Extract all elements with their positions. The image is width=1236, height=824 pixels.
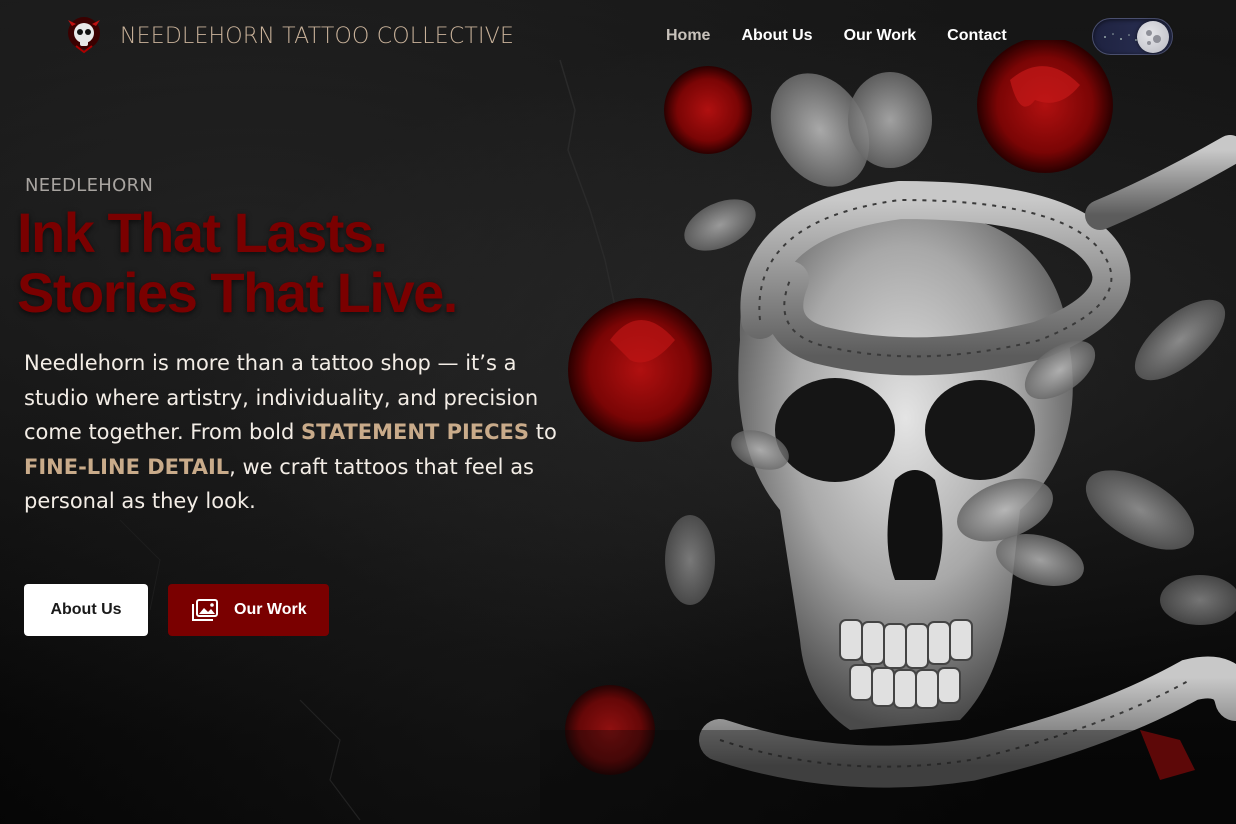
brand-name[interactable]: NEEDLEHORN TATTOO COLLECTIVE <box>120 24 514 49</box>
highlight-statement-pieces: STATEMENT PIECES <box>301 420 530 444</box>
our-work-button[interactable]: Our Work <box>168 584 329 636</box>
skull-logo-icon[interactable] <box>66 16 102 54</box>
hero-description: Needlehorn is more than a tattoo shop — … <box>24 346 569 519</box>
hero-skull-illustration <box>540 40 1236 824</box>
nav-item-home[interactable]: Home <box>666 27 710 45</box>
stars-icon <box>1104 33 1137 41</box>
nav-item-about-us[interactable]: About Us <box>741 27 812 45</box>
desc-text-2: to <box>529 420 557 444</box>
image-gallery-icon <box>192 599 218 621</box>
moon-icon <box>1137 21 1169 53</box>
nav-item-contact[interactable]: Contact <box>947 27 1007 45</box>
hero-eyebrow: NEEDLEHORN <box>25 175 154 196</box>
highlight-fine-line-detail: FINE-LINE DETAIL <box>24 454 230 479</box>
nav-item-our-work[interactable]: Our Work <box>844 27 917 45</box>
theme-toggle[interactable] <box>1092 18 1173 55</box>
main-nav: Home About Us Our Work Contact <box>666 27 1038 45</box>
headline-line-1: Ink That Lasts. <box>17 201 388 264</box>
about-us-button[interactable]: About Us <box>24 584 148 636</box>
headline-line-2: Stories That Live. <box>17 261 458 324</box>
our-work-button-label: Our Work <box>234 601 307 618</box>
hero-headline: Ink That Lasts. Stories That Live. <box>17 201 458 324</box>
site-header: NEEDLEHORN TATTOO COLLECTIVE Home About … <box>0 0 1236 76</box>
about-us-button-label: About Us <box>50 601 122 618</box>
